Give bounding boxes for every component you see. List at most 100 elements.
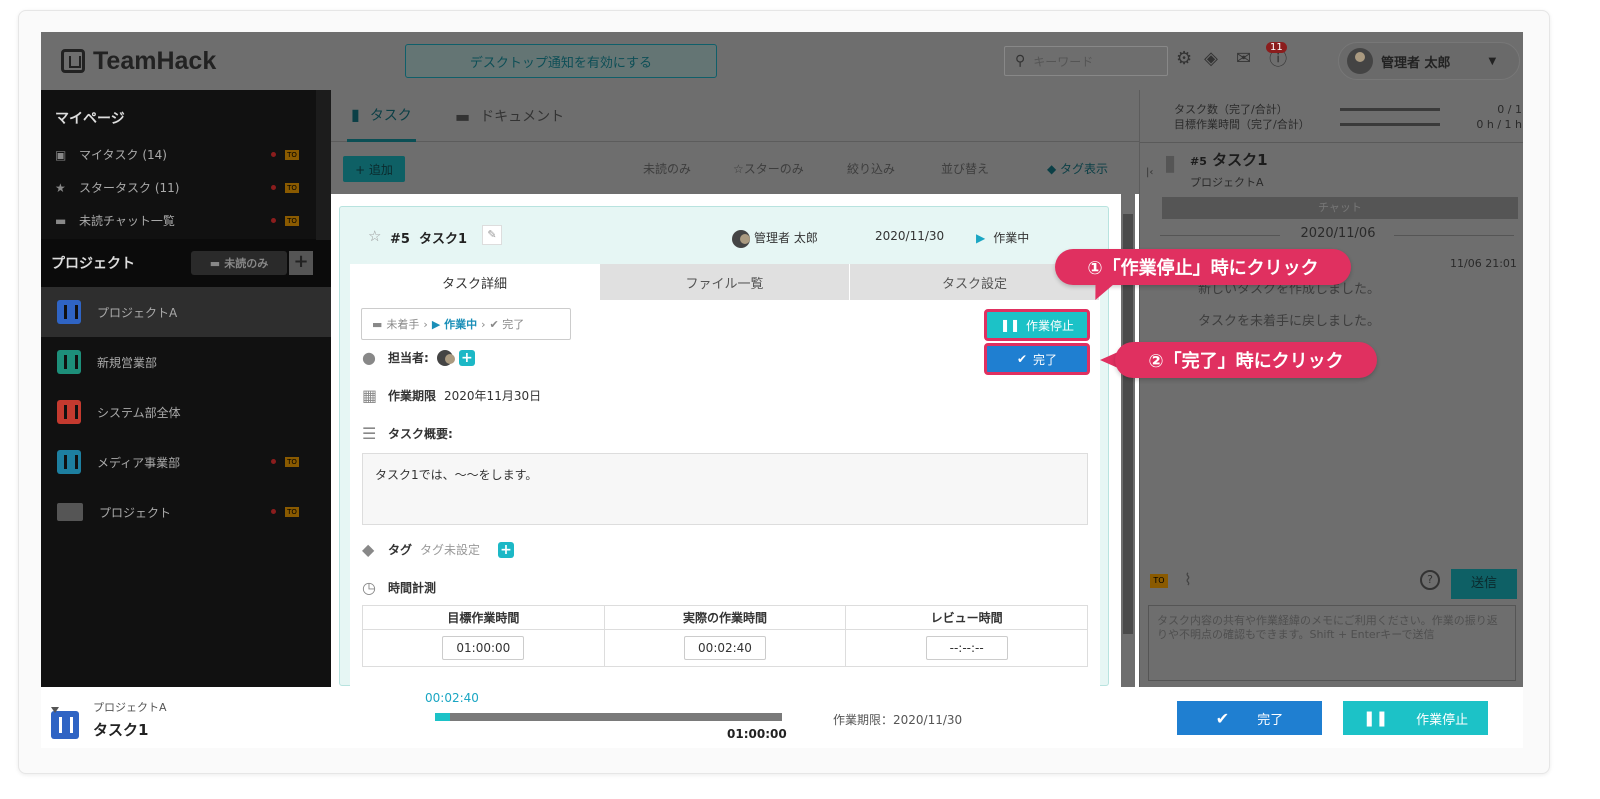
add-assignee-button[interactable]: + bbox=[458, 349, 475, 366]
add-project-button[interactable]: + bbox=[289, 251, 313, 275]
timer-progress-fill bbox=[435, 713, 451, 721]
todo-badge: TO bbox=[285, 182, 299, 193]
stat-row: タスク数（完了/合計） 0 / 1 bbox=[1174, 102, 1522, 117]
stop-work-button[interactable]: ❚❚ 作業停止 bbox=[984, 309, 1090, 341]
help-icon[interactable]: ? bbox=[1420, 570, 1440, 590]
sidebar-item-unread-chats[interactable]: ▬ 未読チャット一覧 TO bbox=[41, 204, 331, 237]
edit-icon[interactable]: ✎ bbox=[482, 225, 502, 245]
send-button[interactable]: 送信 bbox=[1451, 569, 1517, 599]
settings-icon[interactable]: ⚙ bbox=[1176, 48, 1192, 69]
tab-label: タスク bbox=[369, 107, 412, 124]
collapse-icon[interactable]: |‹ bbox=[1146, 167, 1153, 178]
project-title: プロジェクト bbox=[51, 256, 135, 272]
play-icon: ▶ bbox=[976, 231, 986, 245]
time-row: ◷ 時間計測 bbox=[362, 578, 444, 597]
flow-in-progress[interactable]: 作業中 bbox=[444, 316, 477, 332]
document-icon: ▮ bbox=[1164, 151, 1177, 176]
chat-date: 2020/11/06 bbox=[1300, 226, 1376, 241]
chat-tab[interactable]: チャット bbox=[1162, 197, 1518, 219]
project-label: 新規営業部 bbox=[97, 355, 158, 370]
tab-task-detail[interactable]: タスク詳細 bbox=[350, 264, 600, 300]
due-value[interactable]: 2020年11月30日 bbox=[444, 387, 541, 404]
tab-task[interactable]: ▮ タスク bbox=[347, 90, 416, 142]
tag-label: タグ bbox=[388, 543, 413, 557]
chat-task-header: |‹ ▮ #5 タスク1 プロジェクトA bbox=[1140, 142, 1523, 197]
timer-stop-button[interactable]: ❚❚ 作業停止 bbox=[1343, 701, 1488, 735]
sidebar-item-my-tasks[interactable]: ▣ マイタスク (14) TO bbox=[41, 138, 331, 171]
unread-dot bbox=[271, 185, 276, 190]
timer-bar: プロジェクトA タスク1 00:02:40 01:00:00 作業期限：2020… bbox=[41, 687, 1523, 748]
due-label: 作業期限 bbox=[388, 389, 437, 403]
timer-progress bbox=[435, 713, 782, 721]
status-flow[interactable]: ▬ 未着手 › ▶ 作業中 › ✔ 完了 bbox=[361, 308, 571, 340]
app-window: TeamHack デスクトップ通知を有効にする ⚲ キーワード ⚙ ◈ ✉ ⓘ … bbox=[41, 32, 1523, 748]
time-cell: 01:00:00 bbox=[363, 630, 604, 666]
sidebar-item-sales[interactable]: 新規営業部 bbox=[41, 337, 331, 387]
stat-bar bbox=[1340, 108, 1440, 111]
sidebar-item-star-tasks[interactable]: ★ スタータスク (11) TO bbox=[41, 171, 331, 204]
complete-button[interactable]: ✔ 完了 bbox=[984, 343, 1090, 375]
timer-complete-button[interactable]: ✔ 完了 bbox=[1177, 701, 1322, 735]
chevron-right-icon: › bbox=[481, 317, 486, 331]
sidebar-item-media[interactable]: メディア事業部 TO bbox=[41, 437, 331, 487]
todo-badge: TO bbox=[285, 149, 299, 160]
unread-only-button[interactable]: ▬ 未読のみ bbox=[191, 251, 287, 275]
add-tag-button[interactable]: + bbox=[498, 541, 515, 558]
filter-star-button[interactable]: ☆スターのみ bbox=[733, 160, 804, 177]
time-header: 実際の作業時間 bbox=[604, 606, 846, 630]
user-name: 管理者 太郎 bbox=[1381, 55, 1451, 71]
task-owner: 管理者 太郎 bbox=[732, 229, 818, 248]
chevron-right-icon: › bbox=[423, 317, 428, 331]
check-icon: ✔ bbox=[1016, 352, 1028, 366]
summary-textarea[interactable]: タスク1では、〜〜をします。 bbox=[362, 453, 1088, 525]
sidebar-item-project-a[interactable]: プロジェクトA bbox=[41, 287, 331, 337]
app-logo[interactable]: TeamHack bbox=[61, 46, 216, 76]
avatar bbox=[436, 349, 455, 366]
sidebar-item-system[interactable]: システム部全体 bbox=[41, 387, 331, 437]
flow-not-started[interactable]: 未着手 bbox=[386, 316, 419, 332]
elapsed-time: 00:02:40 bbox=[425, 691, 479, 705]
notification-badge: 11 bbox=[1266, 42, 1287, 53]
filter-button[interactable]: 絞り込み bbox=[847, 160, 895, 177]
todo-badge[interactable]: TO bbox=[1150, 574, 1168, 588]
task-date: 2020/11/30 bbox=[875, 229, 945, 243]
attach-icon[interactable]: ⌇ bbox=[1184, 570, 1192, 589]
flow-done[interactable]: ✔ 完了 bbox=[490, 316, 525, 332]
document-icon: ▣ bbox=[55, 147, 67, 162]
timer-due: 作業期限：2020/11/30 bbox=[833, 713, 963, 727]
star-icon[interactable]: ☆ bbox=[368, 227, 381, 245]
project-section-header: プロジェクト ▬ 未読のみ + bbox=[41, 239, 331, 287]
unread-dot bbox=[271, 509, 276, 514]
tab-document[interactable]: ▬ ドキュメント bbox=[455, 90, 564, 142]
notification-icon[interactable]: ✉ bbox=[1236, 48, 1251, 69]
task-stats: タスク数（完了/合計） 0 / 1 目標作業時間（完了/合計） 0 h / 1 h bbox=[1174, 102, 1522, 132]
target-time-input[interactable]: 01:00:00 bbox=[442, 636, 525, 660]
pause-icon: ❚❚ bbox=[1362, 709, 1389, 727]
sidebar-item-project-folder[interactable]: プロジェクト TO bbox=[41, 487, 331, 537]
tab-file-list[interactable]: ファイル一覧 bbox=[600, 264, 850, 300]
filter-unread-button[interactable]: 未読のみ bbox=[643, 160, 691, 177]
stat-bar bbox=[1340, 123, 1440, 126]
time-header: 目標作業時間 bbox=[363, 606, 604, 630]
task-detail-tabs: タスク詳細 ファイル一覧 タスク設定 bbox=[350, 264, 1100, 300]
chat-input[interactable]: タスク内容の共有や作業経緯のメモにご利用ください。作業の振り返りや不明点の確認も… bbox=[1148, 605, 1516, 681]
enable-notification-button[interactable]: デスクトップ通知を有効にする bbox=[405, 44, 717, 78]
tag-value: タグ未設定 bbox=[420, 543, 481, 557]
tag-display-button[interactable]: ◆ タグ表示 bbox=[1047, 160, 1108, 177]
assignee-label: 担当者: bbox=[388, 351, 429, 365]
sidebar-splitter[interactable] bbox=[316, 90, 331, 240]
project-label: プロジェクトA bbox=[97, 305, 178, 320]
actual-time-input[interactable]: 00:02:40 bbox=[684, 636, 766, 660]
chat-time: 11/06 21:01 bbox=[1450, 257, 1517, 270]
add-task-button[interactable]: + 追加 bbox=[343, 156, 405, 182]
star-icon: ★ bbox=[55, 180, 66, 195]
layers-icon[interactable]: ◈ bbox=[1204, 48, 1218, 69]
search-input[interactable]: ⚲ キーワード bbox=[1004, 46, 1168, 76]
owner-name: 管理者 太郎 bbox=[754, 231, 818, 245]
user-menu[interactable]: 管理者 太郎 ▼ bbox=[1338, 42, 1520, 80]
review-time-input[interactable]: --:--:-- bbox=[925, 636, 1008, 660]
tag-icon: ◆ bbox=[1047, 162, 1061, 176]
time-column: レビュー時間 --:--:-- bbox=[846, 606, 1088, 666]
sort-button[interactable]: 並び替え bbox=[941, 160, 989, 177]
task-status: ▶ 作業中 bbox=[976, 229, 1029, 246]
